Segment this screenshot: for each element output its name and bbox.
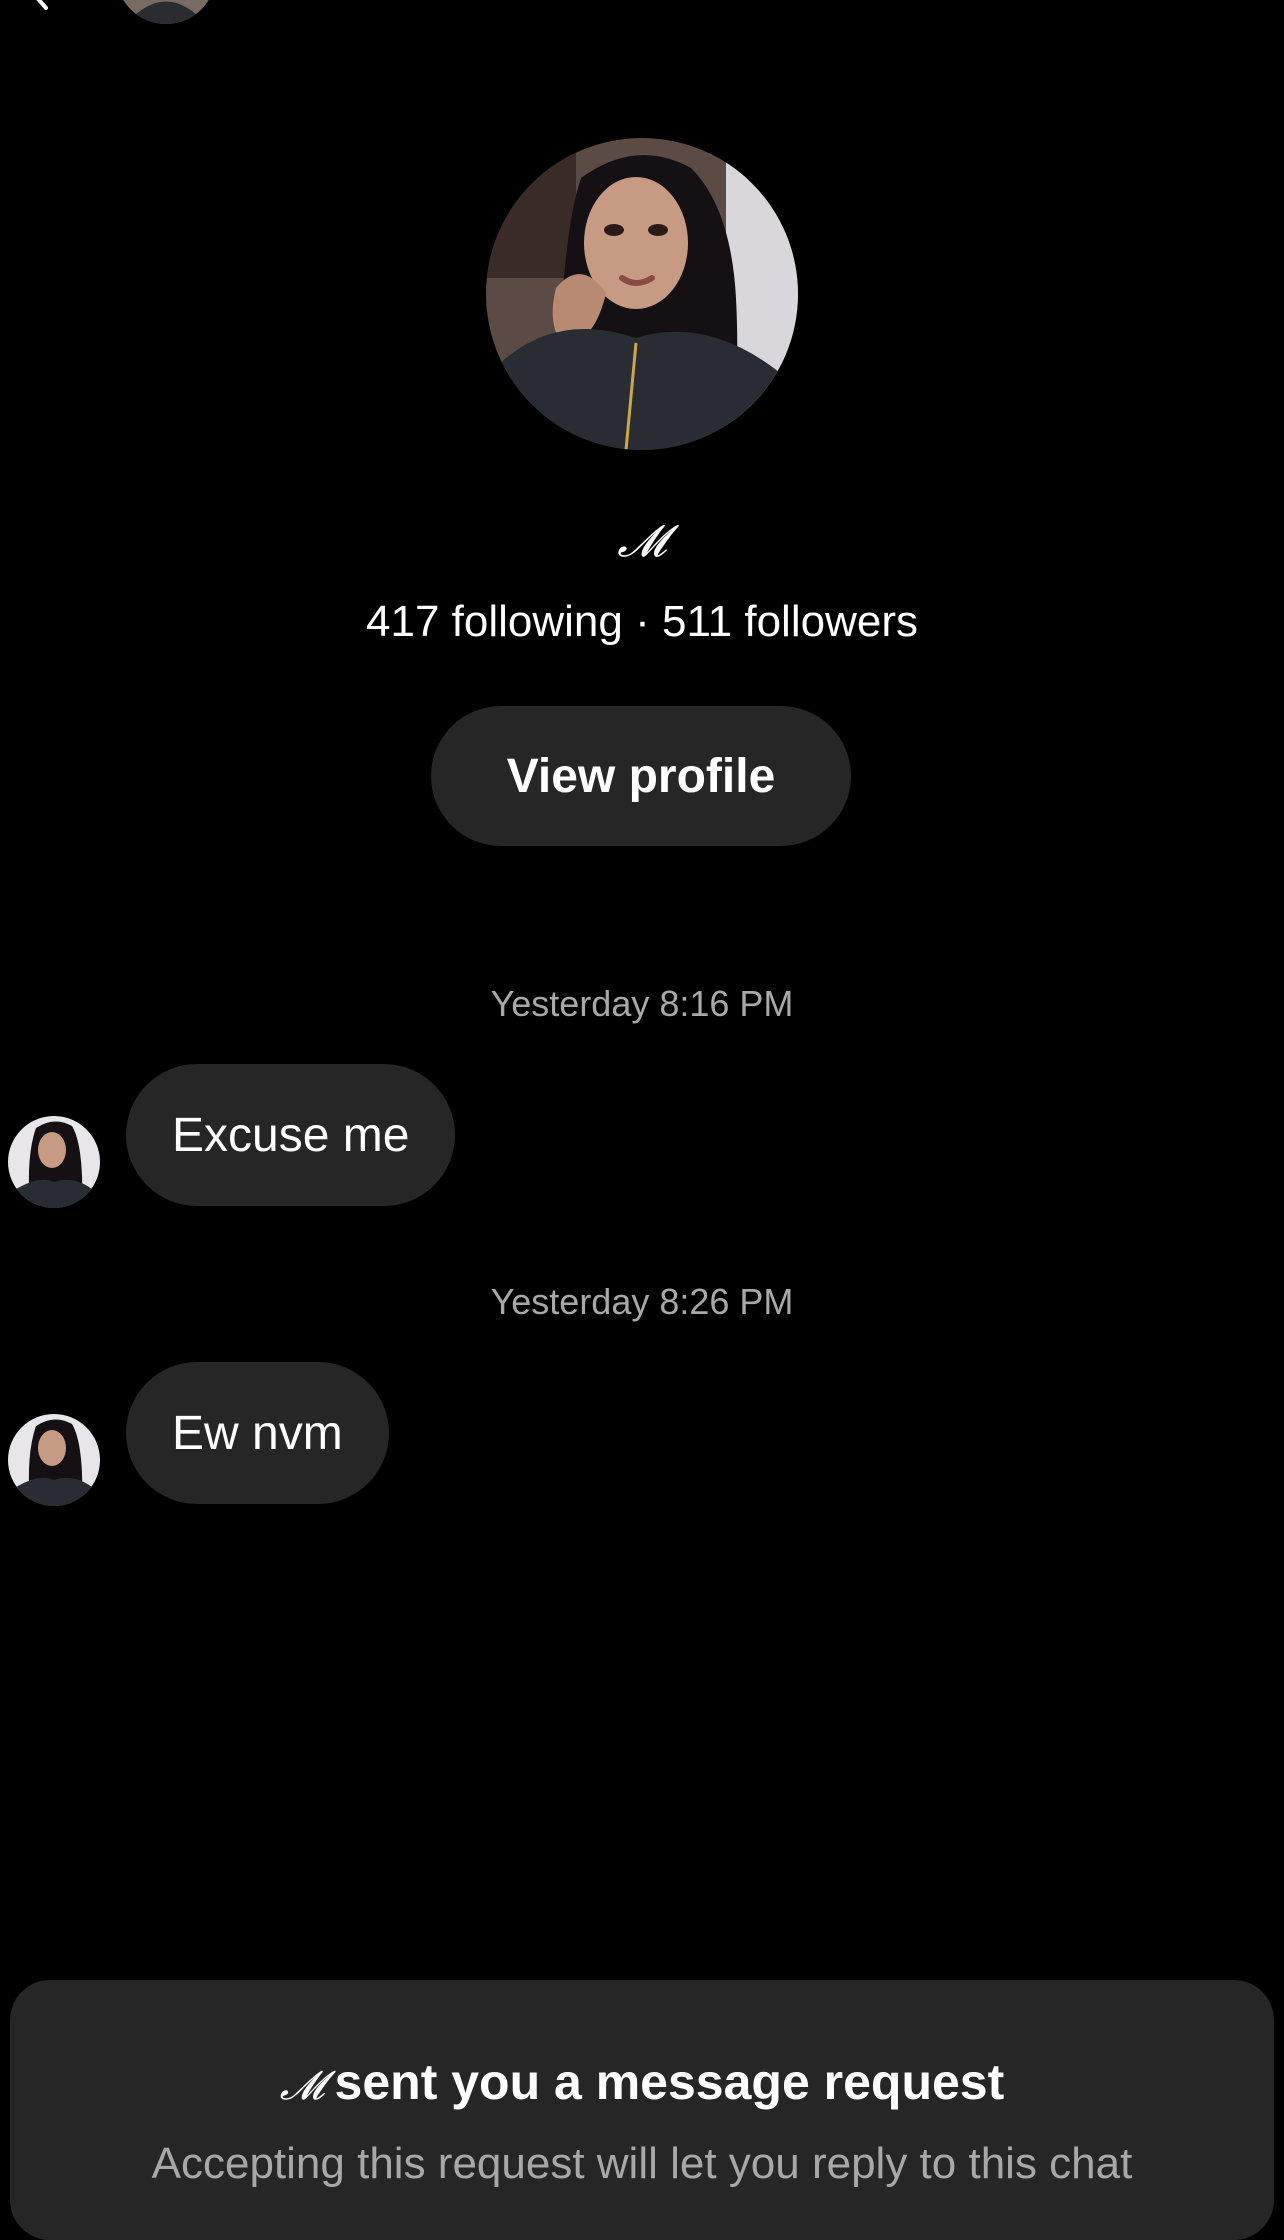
chevron-left-icon xyxy=(36,0,48,10)
sender-avatar[interactable] xyxy=(8,1414,100,1506)
message-request-title: 𝓜sent you a message request xyxy=(0,2052,1284,2116)
profile-avatar[interactable] xyxy=(486,138,798,450)
avatar-photo-icon xyxy=(116,0,216,24)
message-bubble[interactable]: Ew nvm xyxy=(126,1362,389,1504)
avatar-photo-icon xyxy=(8,1414,100,1506)
message-request-subtitle: Accepting this request will let you repl… xyxy=(151,2139,1133,2188)
back-button[interactable] xyxy=(20,0,60,12)
header-more-icon[interactable] xyxy=(244,0,284,2)
message-bubble[interactable]: Excuse me xyxy=(126,1064,456,1206)
profile-stats: 417 following · 511 followers xyxy=(366,597,918,646)
request-title-text: sent you a message request xyxy=(334,2054,1005,2110)
view-profile-button[interactable]: View profile xyxy=(431,706,851,846)
header-avatar[interactable] xyxy=(116,0,216,24)
profile-name: 𝓜 xyxy=(617,516,667,567)
sender-avatar[interactable] xyxy=(8,1116,100,1208)
message-timestamp: Yesterday 8:16 PM xyxy=(490,983,794,1024)
request-sender-name: 𝓜 xyxy=(279,2063,325,2109)
avatar-photo-icon xyxy=(8,1116,100,1208)
profile-photo-icon xyxy=(486,138,798,450)
message-timestamp: Yesterday 8:26 PM xyxy=(490,1281,794,1322)
